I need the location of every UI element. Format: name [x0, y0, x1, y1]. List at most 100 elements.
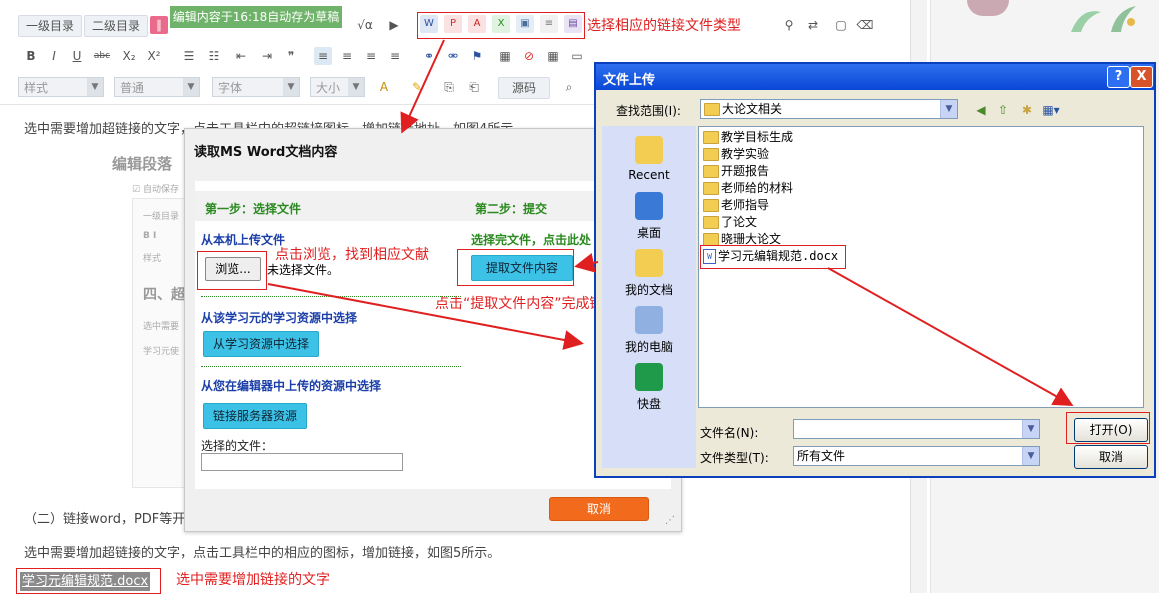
list-item-label: 开题报告	[721, 164, 770, 178]
chevron-down-icon: ▼	[283, 78, 299, 96]
place-kuaipan[interactable]: 快盘	[609, 363, 689, 412]
unlink-icon[interactable]: ⚮	[444, 47, 462, 65]
strikethrough-icon[interactable]: abc	[93, 47, 111, 65]
folder-icon	[703, 216, 719, 229]
play-icon[interactable]: ▶	[385, 16, 403, 34]
anchor-flag-icon[interactable]: ⚑	[468, 47, 486, 65]
place-recent[interactable]: Recent	[609, 136, 689, 182]
align-right-icon[interactable]: ≡	[362, 47, 380, 65]
select-all-icon[interactable]: ▢	[832, 16, 850, 34]
source-button[interactable]: 源码	[498, 77, 550, 99]
filename-input[interactable]: ▼	[793, 419, 1040, 439]
view-menu-icon[interactable]: ▦▾	[1042, 101, 1060, 119]
autosave-tooltip: 编辑内容于16:18自动存为草稿	[170, 6, 342, 28]
highlight-color-icon[interactable]: ✎	[408, 78, 426, 96]
preview-heading: 编辑段落	[112, 155, 173, 173]
list-item[interactable]: 老师给的材料	[703, 180, 793, 197]
font-color-icon[interactable]: A	[375, 78, 393, 96]
list-item[interactable]: 开题报告	[703, 163, 769, 180]
desktop-icon	[635, 192, 663, 220]
kuaipan-icon	[635, 363, 663, 391]
style-select-label: 样式	[24, 81, 49, 95]
table-icon[interactable]: ▦	[544, 47, 562, 65]
flash-icon[interactable]: ⊘	[520, 47, 538, 65]
filename-label: 文件名(N):	[700, 426, 759, 440]
place-computer[interactable]: 我的电脑	[609, 306, 689, 355]
look-in-select[interactable]: 大论文相关 ▼	[700, 99, 958, 119]
indent-icon[interactable]: ⇥	[258, 47, 276, 65]
folder-icon	[703, 165, 719, 178]
computer-icon	[635, 306, 663, 334]
format-painter-icon[interactable]: ⎗	[465, 78, 483, 96]
font-select[interactable]: 字体 ▼	[212, 77, 300, 97]
preview-bold: B I	[143, 231, 157, 241]
chevron-down-icon: ▼	[348, 78, 364, 96]
image-icon[interactable]: ▦	[496, 47, 514, 65]
list-item-label: 老师给的材料	[721, 181, 794, 195]
outdent-icon[interactable]: ⇤	[232, 47, 250, 65]
filetype-label: 文件类型(T):	[700, 451, 769, 465]
quote-icon[interactable]: ❞	[282, 47, 300, 65]
file-cancel-button[interactable]: 取消	[1074, 445, 1148, 469]
chevron-down-icon: ▼	[183, 78, 199, 96]
list-item-label: 教学目标生成	[721, 130, 794, 144]
new-folder-icon[interactable]: ✱	[1018, 101, 1036, 119]
resize-grip-icon[interactable]: ⋰	[665, 515, 675, 526]
up-folder-icon[interactable]: ⇧	[994, 101, 1012, 119]
place-computer-label: 我的电脑	[624, 340, 673, 354]
font-select-label: 字体	[218, 81, 243, 95]
embedded-screenshot: 一级目录 B I 样式 四、超 选中需要 学习元使	[132, 198, 186, 488]
place-documents[interactable]: 我的文档	[609, 249, 689, 298]
extract-highlight	[457, 249, 574, 286]
link-icon[interactable]: ⚭	[420, 47, 438, 65]
word-cancel-button[interactable]: 取消	[549, 497, 649, 521]
from-uploaded-label: 从您在编辑器中上传的资源中选择	[201, 379, 382, 393]
place-recent-label: Recent	[628, 168, 670, 182]
unordered-list-icon[interactable]: ☷	[205, 47, 223, 65]
underline-icon[interactable]: U	[68, 47, 86, 65]
chevron-down-icon: ▼	[1022, 420, 1039, 438]
heading2-button[interactable]: 二级目录	[84, 15, 148, 37]
close-button[interactable]: X	[1130, 66, 1153, 88]
style-select[interactable]: 样式 ▼	[18, 77, 104, 97]
justify-icon[interactable]: ≡	[386, 47, 404, 65]
superscript-icon[interactable]: X²	[145, 47, 163, 65]
annotation-choose-type: 选择相应的链接文件类型	[587, 18, 741, 34]
list-item[interactable]: 教学目标生成	[703, 129, 793, 146]
look-in-label: 查找范围(I):	[616, 104, 681, 118]
from-resources-button[interactable]: 从学习资源中选择	[203, 331, 319, 357]
list-item[interactable]: 教学实验	[703, 146, 769, 163]
bold-icon[interactable]: B	[22, 47, 40, 65]
place-desktop[interactable]: 桌面	[609, 192, 689, 241]
help-button[interactable]: ?	[1107, 66, 1130, 88]
preview-icon[interactable]: ⌕	[560, 78, 578, 96]
from-resources-label: 从该学习元的学习资源中选择	[201, 311, 358, 325]
pink-logo-icon[interactable]: ∥	[150, 16, 168, 34]
server-resource-button[interactable]: 链接服务器资源	[203, 403, 307, 429]
section-title: （二）链接word，PDF等开	[24, 512, 186, 527]
list-item[interactable]: 了论文	[703, 214, 757, 231]
size-select[interactable]: 大小 ▼	[310, 77, 365, 97]
formula-icon[interactable]: √α	[356, 16, 374, 34]
replace-icon[interactable]: ⇄	[804, 16, 822, 34]
ordered-list-icon[interactable]: ☰	[180, 47, 198, 65]
heading1-button[interactable]: 一级目录	[18, 15, 82, 37]
paragraph-select[interactable]: 普通 ▼	[114, 77, 200, 97]
preview-autosave-label: 自动保存	[142, 185, 179, 195]
paste-icon[interactable]: ⎘	[440, 78, 458, 96]
align-center-icon[interactable]: ≡	[338, 47, 356, 65]
preview-section: 四、超	[143, 287, 185, 303]
folder-icon	[703, 182, 719, 195]
file-dialog-title: 文件上传	[603, 73, 656, 88]
back-icon[interactable]: ◀	[972, 101, 990, 119]
hr-icon[interactable]: ▭	[568, 47, 586, 65]
binoculars-icon[interactable]: ⚲	[780, 16, 798, 34]
selected-file-input[interactable]	[201, 453, 403, 471]
italic-icon[interactable]: I	[45, 47, 63, 65]
list-item[interactable]: 老师指导	[703, 197, 769, 214]
filetype-select[interactable]: 所有文件 ▼	[793, 446, 1040, 466]
align-left-icon[interactable]: ≡	[314, 47, 332, 65]
subscript-icon[interactable]: X₂	[120, 47, 138, 65]
eraser-icon[interactable]: ⌫	[856, 16, 874, 34]
source-button-label: 源码	[511, 81, 536, 95]
